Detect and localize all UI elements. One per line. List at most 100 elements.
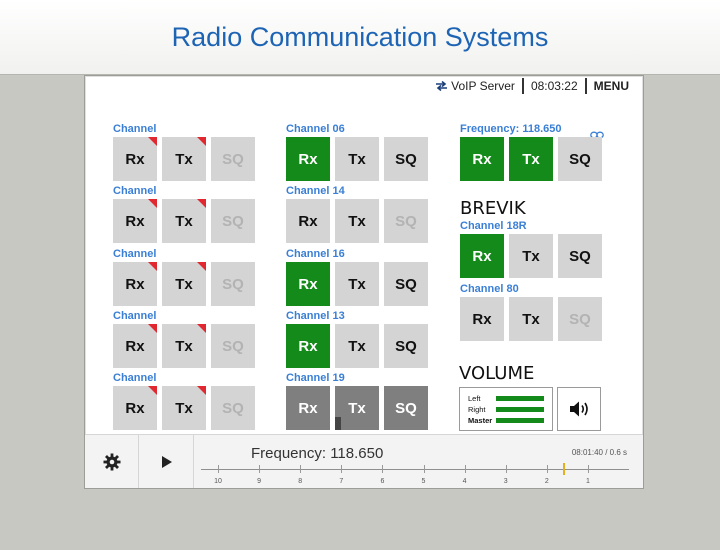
sq-button[interactable]: SQ	[211, 262, 255, 306]
alert-corner-indicator	[148, 386, 157, 395]
timeline-tick-label: 2	[544, 478, 549, 485]
tx-button[interactable]: Tx	[335, 386, 379, 430]
sq-button-label: SQ	[395, 150, 417, 168]
rx-button-label: Rx	[125, 399, 145, 417]
channel-label: Channel 14	[286, 185, 345, 197]
sq-button[interactable]: SQ	[211, 324, 255, 368]
tx-button[interactable]: Tx	[335, 137, 379, 181]
sq-button-label: SQ	[395, 399, 417, 417]
alert-corner-indicator	[148, 137, 157, 146]
rx-button[interactable]: Rx	[286, 262, 330, 306]
tx-button-label: Tx	[522, 310, 540, 328]
playback-frequency: Frequency: 118.650	[251, 445, 384, 462]
rx-button[interactable]: Rx	[113, 262, 157, 306]
timeline-tick-label: 9	[257, 478, 262, 485]
rx-button[interactable]: Rx	[113, 199, 157, 243]
sq-button[interactable]: SQ	[384, 262, 428, 306]
tx-button[interactable]: Tx	[335, 324, 379, 368]
rx-button[interactable]: Rx	[286, 386, 330, 430]
rx-button[interactable]: Rx	[286, 324, 330, 368]
rx-button[interactable]: Rx	[113, 324, 157, 368]
sq-button[interactable]: SQ	[211, 137, 255, 181]
timeline-tick	[423, 465, 425, 473]
rx-button[interactable]: Rx	[286, 137, 330, 181]
timeline-tick-label: 6	[380, 478, 385, 485]
sq-button-label: SQ	[569, 310, 591, 328]
sq-button[interactable]: SQ	[384, 386, 428, 430]
rx-button[interactable]: Rx	[286, 199, 330, 243]
tx-button-label: Tx	[175, 399, 193, 417]
rx-button-label: Rx	[125, 150, 145, 168]
alert-corner-indicator	[148, 199, 157, 208]
channel-label: Channel	[113, 372, 157, 384]
tx-button[interactable]: Tx	[162, 324, 206, 368]
tx-button[interactable]: Tx	[509, 234, 553, 278]
volume-mixer[interactable]: Left Right Master	[459, 387, 553, 431]
tx-button[interactable]: Tx	[335, 199, 379, 243]
rx-button[interactable]: Rx	[113, 137, 157, 181]
sq-button-label: SQ	[222, 399, 244, 417]
rx-button-label: Rx	[298, 150, 318, 168]
timeline-tick	[587, 465, 589, 473]
tx-button[interactable]: Tx	[509, 137, 553, 181]
rx-button[interactable]: Rx	[113, 386, 157, 430]
tx-button-label: Tx	[175, 150, 193, 168]
rx-button[interactable]: Rx	[460, 137, 504, 181]
alert-corner-indicator	[148, 324, 157, 333]
tx-button-label: Tx	[348, 337, 366, 355]
sq-button-label: SQ	[222, 212, 244, 230]
channel-label: Channel	[113, 185, 157, 197]
volume-right-bar[interactable]	[496, 407, 544, 412]
timeline-tick-label: 10	[214, 478, 222, 485]
sq-button-label: SQ	[222, 150, 244, 168]
sq-button[interactable]: SQ	[558, 137, 602, 181]
tx-button[interactable]: Tx	[335, 262, 379, 306]
timeline-playhead[interactable]	[563, 463, 566, 475]
volume-title: VOLUME	[459, 363, 535, 384]
sq-button[interactable]: SQ	[211, 199, 255, 243]
top-status-bar: VoIP Server 08:03:22 MENU	[435, 76, 629, 96]
tx-button[interactable]: Tx	[162, 386, 206, 430]
sq-button-label: SQ	[222, 337, 244, 355]
volume-right-label: Right	[468, 405, 486, 414]
rx-button[interactable]: Rx	[460, 234, 504, 278]
timeline-tick	[341, 465, 343, 473]
speaker-button[interactable]	[557, 387, 601, 431]
tx-button-label: Tx	[522, 247, 540, 265]
volume-master-bar[interactable]	[496, 418, 544, 423]
channel-label: Channel 16	[286, 248, 345, 260]
sq-button[interactable]: SQ	[384, 324, 428, 368]
sq-button[interactable]: SQ	[558, 234, 602, 278]
alert-corner-indicator	[197, 324, 206, 333]
sq-button[interactable]: SQ	[384, 199, 428, 243]
timeline-tick-label: 1	[585, 478, 590, 485]
tx-button[interactable]: Tx	[162, 137, 206, 181]
sq-button[interactable]: SQ	[384, 137, 428, 181]
tx-button[interactable]: Tx	[509, 297, 553, 341]
volume-left-label: Left	[468, 394, 481, 403]
alert-corner-indicator	[197, 386, 206, 395]
play-button[interactable]	[140, 435, 194, 488]
voip-server-button[interactable]: VoIP Server	[435, 79, 515, 93]
menu-button[interactable]: MENU	[594, 79, 629, 93]
frequency-label: Frequency: 118.650	[460, 123, 562, 135]
tx-button-label: Tx	[348, 150, 366, 168]
tx-button-label: Tx	[348, 399, 366, 417]
rx-button[interactable]: Rx	[460, 297, 504, 341]
tx-button[interactable]: Tx	[162, 262, 206, 306]
tx-button-label: Tx	[175, 275, 193, 293]
rx-button-label: Rx	[298, 337, 318, 355]
tx-button-label: Tx	[348, 275, 366, 293]
timeline-tick-label: 8	[298, 478, 303, 485]
sq-button[interactable]: SQ	[558, 297, 602, 341]
link-icon[interactable]	[590, 126, 604, 139]
timeline-tick	[259, 465, 261, 473]
channel-label: Channel 80	[460, 283, 519, 295]
sq-button[interactable]: SQ	[211, 386, 255, 430]
tx-button[interactable]: Tx	[162, 199, 206, 243]
timeline-tick	[464, 465, 466, 473]
channel-label: Channel 13	[286, 310, 345, 322]
alert-corner-indicator	[197, 137, 206, 146]
settings-button[interactable]	[85, 435, 139, 488]
volume-left-bar[interactable]	[496, 396, 544, 401]
